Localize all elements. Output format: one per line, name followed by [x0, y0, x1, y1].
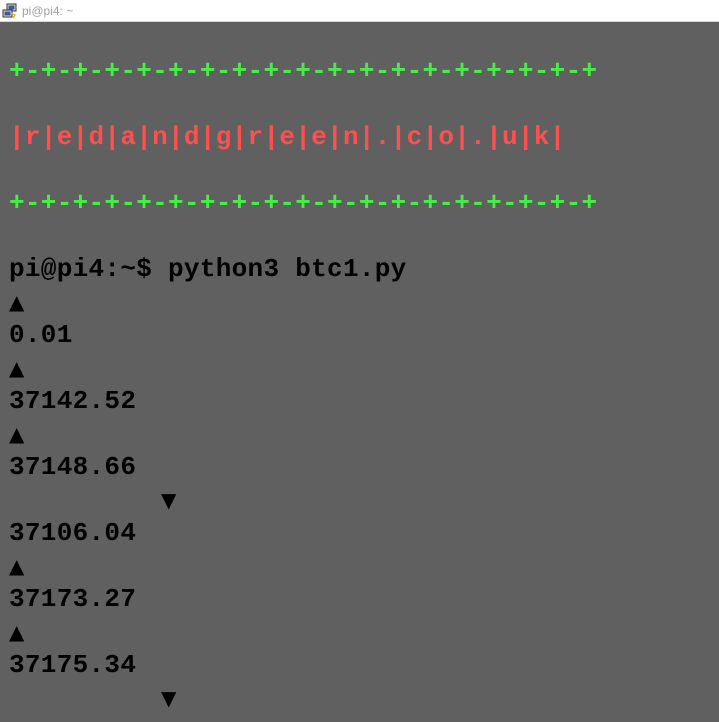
title-bar[interactable]: pi@pi4: ~ [0, 0, 719, 22]
price-up-arrow-icon: ▲ [9, 422, 25, 446]
price-value: 37106.04 [9, 518, 137, 548]
terminal-output[interactable]: +-+-+-+-+-+-+-+-+-+-+-+-+-+-+-+-+-+-+ |r… [0, 23, 719, 722]
price-value: 0.01 [9, 320, 73, 350]
terminal-window: pi@pi4: ~ +-+-+-+-+-+-+-+-+-+-+-+-+-+-+-… [0, 0, 719, 722]
banner-top-border: +-+-+-+-+-+-+-+-+-+-+-+-+-+-+-+-+-+-+ [9, 56, 598, 86]
price-value: 37148.66 [9, 452, 137, 482]
price-down-arrow-icon: ▼ [161, 488, 177, 512]
price-value: 37173.27 [9, 584, 137, 614]
banner-bottom-border: +-+-+-+-+-+-+-+-+-+-+-+-+-+-+-+-+-+-+ [9, 188, 598, 218]
banner-site-name: |r|e|d|a|n|d|g|r|e|e|n|.|c|o|.|u|k| [9, 122, 566, 152]
price-down-arrow-icon: ▼ [161, 686, 177, 710]
price-up-arrow-icon: ▲ [9, 620, 25, 644]
shell-prompt-command: pi@pi4:~$ python3 btc1.py [9, 254, 407, 284]
price-up-arrow-icon: ▲ [9, 554, 25, 578]
price-up-arrow-icon: ▲ [9, 356, 25, 380]
price-value: 37175.34 [9, 650, 137, 680]
window-title: pi@pi4: ~ [22, 4, 74, 18]
price-up-arrow-icon: ▲ [9, 290, 25, 314]
putty-icon[interactable] [2, 3, 18, 19]
price-value: 37142.52 [9, 386, 137, 416]
